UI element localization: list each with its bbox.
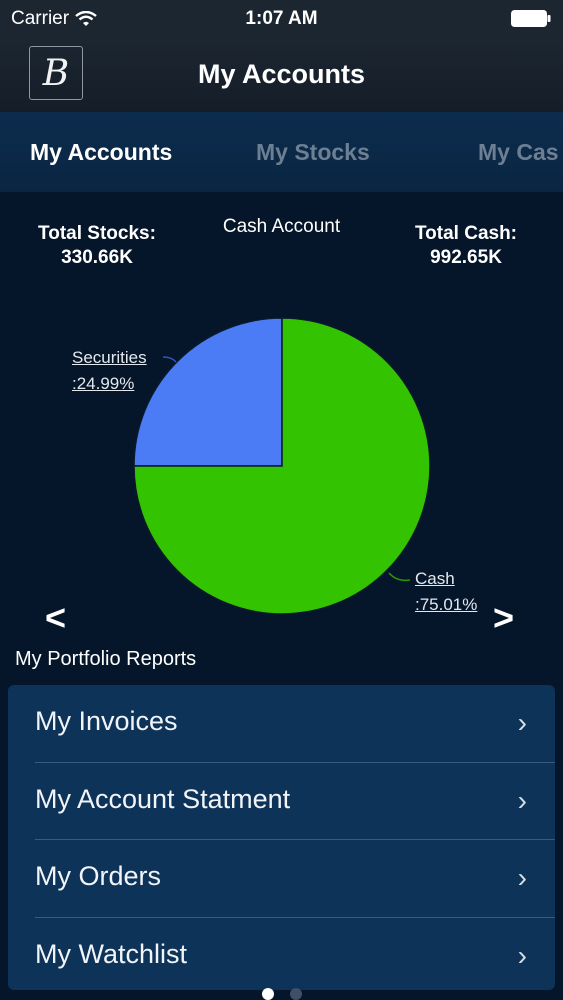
clock: 1:07 AM <box>245 8 318 29</box>
report-item-label: My Watchlist <box>35 938 188 969</box>
page-dot[interactable] <box>289 988 302 1000</box>
cash-leader-line <box>388 572 411 582</box>
cash-label-name: Cash <box>415 569 455 588</box>
securities-leader-line <box>162 356 177 363</box>
chevron-right-icon: › <box>517 939 527 971</box>
pie-slice-securities[interactable] <box>133 317 283 467</box>
chevron-right-icon: › <box>517 784 527 816</box>
reports-section-title: My Portfolio Reports <box>15 648 197 670</box>
tab-bar: My Accounts My Stocks My Cas <box>0 112 563 192</box>
tab-my-cash[interactable]: My Cas <box>478 139 559 166</box>
securities-label-name: Securities <box>72 348 147 367</box>
report-item-watchlist[interactable]: My Watchlist › <box>8 918 555 991</box>
previous-chart-button[interactable]: < <box>45 597 66 639</box>
next-chart-button[interactable]: > <box>493 597 514 639</box>
report-item-account-statement[interactable]: My Account Statment › <box>8 763 555 840</box>
battery-icon <box>511 10 551 27</box>
cash-slice-label: Cash :75.01% <box>415 566 477 618</box>
navigation-bar: B My Accounts <box>0 38 563 112</box>
report-item-orders[interactable]: My Orders › <box>8 840 555 918</box>
total-stocks-value: 330.66K <box>61 247 133 268</box>
total-cash-value: 992.65K <box>430 247 502 268</box>
status-bar: Carrier 1:07 AM <box>0 0 563 38</box>
report-item-invoices[interactable]: My Invoices › <box>8 685 555 763</box>
page-title: My Accounts <box>197 59 366 89</box>
securities-slice-label: Securities :24.99% <box>72 345 147 397</box>
report-item-label: My Account Statment <box>35 783 291 814</box>
report-item-label: My Invoices <box>35 706 178 736</box>
chevron-right-icon: › <box>517 862 527 893</box>
report-item-label: My Orders <box>35 861 162 891</box>
cash-label-value: :75.01% <box>415 595 478 614</box>
tab-my-stocks[interactable]: My Stocks <box>256 139 370 166</box>
pie-chart[interactable] <box>0 290 563 630</box>
reports-list: My Invoices › My Account Statment › My O… <box>8 685 555 990</box>
securities-label-value: :24.99% <box>72 374 135 393</box>
total-cash-summary: Total Cash: 992.65K <box>398 222 534 270</box>
page-dot-active[interactable] <box>261 988 274 1000</box>
chevron-right-icon: › <box>517 707 527 738</box>
total-cash-label: Total Cash: <box>414 223 518 244</box>
page-indicator[interactable] <box>0 988 563 1000</box>
tab-my-accounts[interactable]: My Accounts <box>30 139 172 166</box>
